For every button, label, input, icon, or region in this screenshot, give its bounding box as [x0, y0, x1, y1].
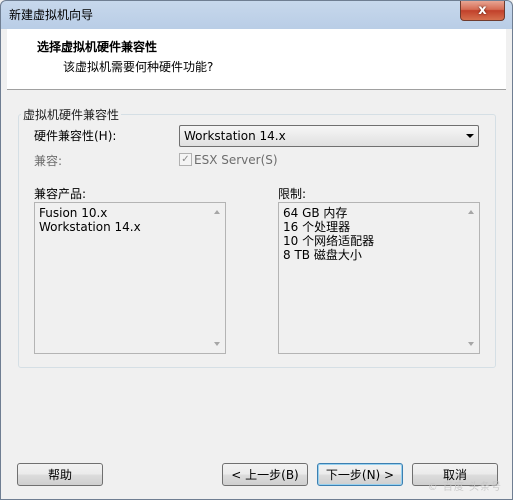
hw-compat-label: 硬件兼容性(H):	[34, 129, 117, 143]
scroll-up-icon	[214, 210, 220, 214]
back-button[interactable]: < 上一步(B)	[222, 463, 308, 486]
scroll-down-icon	[214, 342, 220, 346]
limits-label: 限制:	[278, 187, 307, 201]
next-button[interactable]: 下一步(N) >	[317, 463, 403, 486]
limits-items: 64 GB 内存 16 个处理器 10 个网络适配器 8 TB 磁盘大小	[283, 206, 374, 262]
group-legend: 虚拟机硬件兼容性	[21, 106, 122, 123]
wizard-window: 新建虚拟机向导 x 选择虚拟机硬件兼容性 该虚拟机需要何种硬件功能? 硬件兼容性…	[0, 0, 513, 500]
limits-scrollbar[interactable]	[463, 203, 479, 353]
chevron-down-icon	[466, 134, 474, 138]
close-button[interactable]: x	[460, 1, 505, 21]
list-item: Fusion 10.x	[39, 206, 108, 220]
scroll-down-icon	[468, 342, 474, 346]
list-item: 16 个处理器	[283, 220, 351, 234]
compat-label: 兼容:	[34, 154, 63, 168]
products-scrollbar[interactable]	[209, 203, 225, 353]
wizard-content: 硬件兼容性(H): Workstation 14.x 兼容: ✓ ESX Ser…	[7, 90, 506, 499]
list-item: 64 GB 内存	[283, 206, 348, 220]
checkbox-check-icon: ✓	[179, 153, 192, 166]
limits-list[interactable]: 64 GB 内存 16 个处理器 10 个网络适配器 8 TB 磁盘大小	[278, 202, 480, 354]
page-subtitle: 该虚拟机需要何种硬件功能?	[63, 60, 214, 74]
page-title: 选择虚拟机硬件兼容性	[37, 40, 158, 54]
esx-server-label: ESX Server(S)	[194, 153, 278, 167]
watermark: © 百度 头条号	[427, 482, 502, 493]
scroll-up-icon	[468, 210, 474, 214]
wizard-header: 选择虚拟机硬件兼容性 该虚拟机需要何种硬件功能?	[7, 29, 506, 90]
list-item: 8 TB 磁盘大小	[283, 248, 362, 262]
compatible-products-items: Fusion 10.x Workstation 14.x	[39, 206, 141, 234]
list-item: 10 个网络适配器	[283, 234, 375, 248]
title-bar[interactable]: 新建虚拟机向导 x	[1, 1, 512, 29]
close-icon: x	[478, 3, 487, 18]
hw-compat-value: Workstation 14.x	[184, 129, 286, 143]
compatible-products-label: 兼容产品:	[34, 187, 87, 201]
hw-compat-group: 硬件兼容性(H): Workstation 14.x 兼容: ✓ ESX Ser…	[18, 114, 496, 368]
compatible-products-list[interactable]: Fusion 10.x Workstation 14.x	[34, 202, 226, 354]
list-item: Workstation 14.x	[39, 220, 141, 234]
window-title: 新建虚拟机向导	[9, 8, 94, 22]
hw-compat-dropdown[interactable]: Workstation 14.x	[179, 125, 479, 147]
help-button[interactable]: 帮助	[17, 463, 103, 486]
